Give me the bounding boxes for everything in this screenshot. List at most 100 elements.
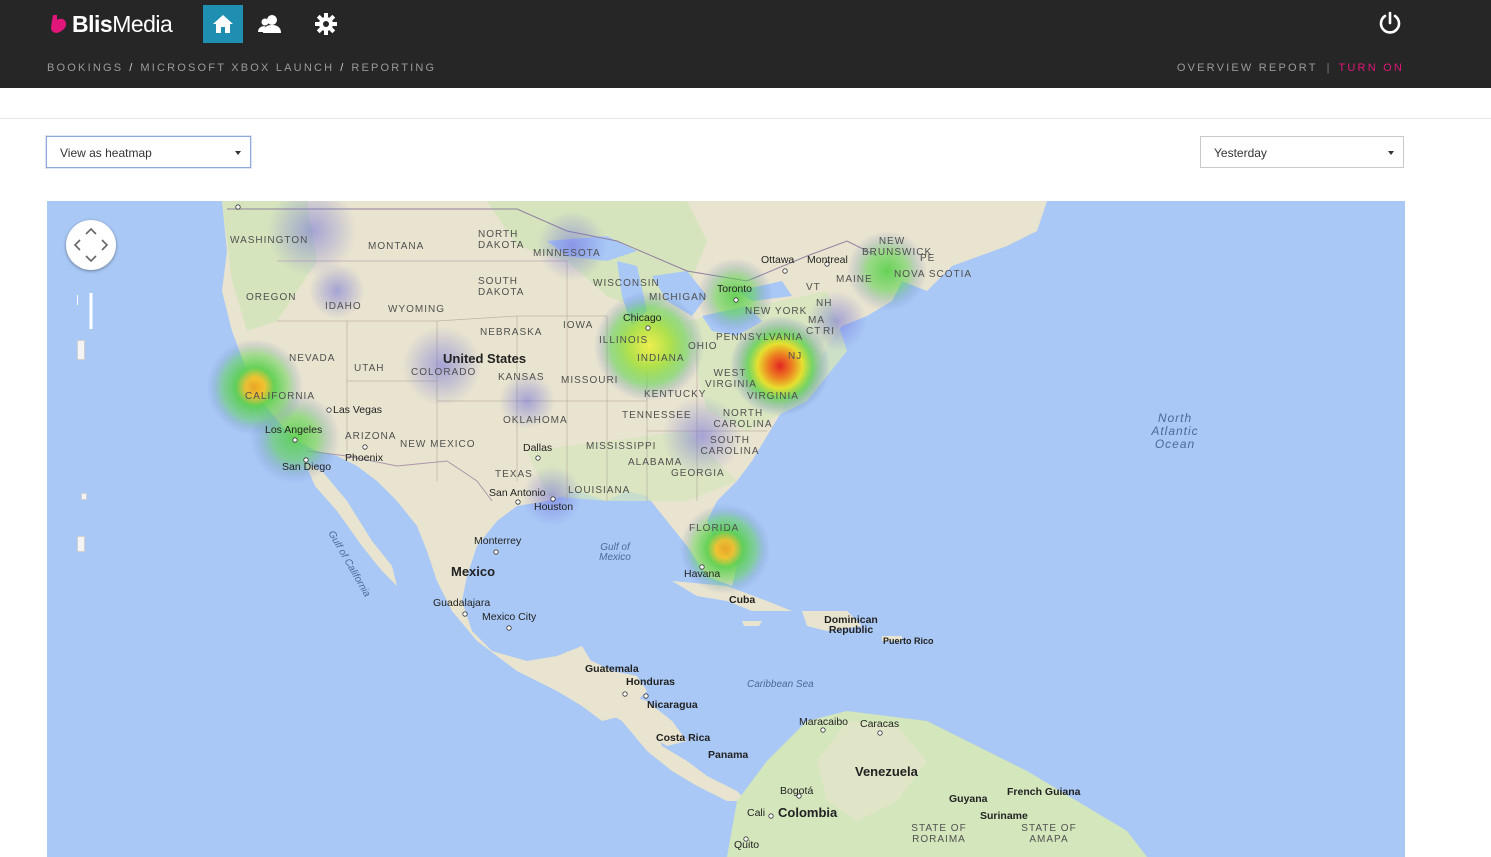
header-links: OVERVIEW REPORT | TURN ON (1177, 62, 1404, 74)
region-label: IOWA (563, 320, 594, 331)
nav-users-button[interactable] (250, 5, 290, 43)
region-label: UTAH (354, 363, 385, 374)
brand-name-bold: Blis (72, 10, 113, 37)
city-label: Caracas (860, 718, 900, 730)
caret-down-icon (1388, 151, 1394, 155)
region-label: STATE OF RORAIMA (911, 823, 967, 845)
brand-logo[interactable]: BlisMedia (50, 10, 173, 37)
city-label: Panama (708, 749, 749, 761)
power-button[interactable] (1375, 8, 1405, 38)
header-link-separator: | (1326, 62, 1330, 74)
region-label: PENNSYLVANIA (716, 332, 804, 343)
country-label: Mexico (451, 564, 496, 579)
region-label: OKLAHOMA (503, 415, 568, 426)
nav-home-button[interactable] (203, 5, 243, 43)
region-label: VIRGINIA (747, 391, 799, 402)
zoom-out-button[interactable] (77, 536, 85, 552)
region-label: NJ (788, 351, 803, 362)
top-navbar: BlisMedia BOOKINGS / MICROSOFT XBOX LAUN… (0, 0, 1491, 88)
region-label: NEW MEXICO (400, 439, 476, 450)
heatmap-map[interactable]: WASHINGTON MONTANA NORTH DAKOTA MINNESOT… (47, 201, 1405, 857)
region-label: STATE OF AMAPA (1021, 823, 1077, 845)
city-label: Puerto Rico (883, 636, 934, 646)
region-label: MINNESOTA (533, 248, 601, 259)
city-label: Mexico City (482, 611, 537, 623)
region-label: NEBRASKA (480, 327, 543, 338)
content-divider (0, 118, 1491, 119)
region-label: MISSOURI (561, 375, 619, 386)
city-label: Phoenix (345, 452, 383, 464)
city-label: Montreal (807, 254, 848, 266)
city-label: Quito (734, 839, 760, 851)
city-label: Nicaragua (647, 699, 698, 711)
brand-name-light: Media (112, 10, 173, 37)
region-label: WEST VIRGINIA (705, 368, 757, 390)
city-label: Dallas (523, 442, 553, 454)
city-label: Bogotá (780, 785, 814, 797)
region-label: NEW BRUNSWICK (862, 236, 933, 258)
region-label: MAINE (836, 274, 873, 285)
city-label: French Guiana (1007, 786, 1081, 798)
region-label: NEW YORK (745, 306, 808, 317)
city-label: Honduras (626, 676, 676, 688)
region-label: MONTANA (368, 241, 425, 252)
country-label: Venezuela (855, 764, 918, 779)
nav-settings-button[interactable] (306, 5, 346, 43)
city-label: San Antonio (489, 487, 546, 499)
city-label: Guatemala (585, 663, 639, 675)
region-label: RI (823, 326, 835, 337)
city-label: San Diego (282, 461, 332, 473)
water-label: Gulf of Mexico (599, 542, 631, 563)
region-label: PE (920, 253, 936, 264)
breadcrumb-reporting[interactable]: REPORTING (351, 62, 436, 74)
breadcrumb-campaign[interactable]: MICROSOFT XBOX LAUNCH (140, 62, 334, 74)
region-label: ARIZONA (345, 431, 397, 442)
pan-arrows-icon (73, 227, 109, 263)
region-label: CT (806, 326, 822, 337)
region-label: SOUTH CAROLINA (700, 435, 760, 457)
map-pan-control[interactable] (66, 220, 116, 270)
region-label: KENTUCKY (644, 389, 707, 400)
breadcrumb-separator: / (340, 62, 344, 74)
view-mode-value: View as heatmap (60, 146, 152, 160)
city-label: Dominican Republic (824, 614, 878, 636)
region-label: KANSAS (498, 372, 545, 383)
country-label: Colombia (778, 805, 838, 820)
city-label: Ottawa (761, 254, 795, 266)
region-label: TEXAS (495, 469, 533, 480)
region-label: CALIFORNIA (245, 391, 316, 402)
city-label: Toronto (717, 283, 753, 295)
date-range-value: Yesterday (1214, 146, 1267, 160)
city-label: Maracaibo (799, 716, 849, 728)
power-icon (1379, 11, 1401, 34)
overview-report-link[interactable]: OVERVIEW REPORT (1177, 62, 1318, 74)
region-label: TENNESSEE (622, 410, 692, 421)
region-label: OHIO (688, 341, 718, 352)
zoom-slider-track[interactable] (77, 291, 93, 333)
region-label: INDIANA (637, 353, 685, 364)
region-label: WASHINGTON (230, 235, 309, 246)
city-label: Chicago (623, 312, 662, 324)
zoom-in-button[interactable] (77, 340, 85, 360)
heart-logo-icon (51, 15, 67, 33)
region-label: OREGON (246, 292, 297, 303)
date-range-select[interactable]: Yesterday (1200, 136, 1404, 168)
city-label: Guyana (949, 793, 988, 805)
zoom-slider-handle[interactable] (81, 493, 87, 500)
city-label: Suriname (980, 810, 1028, 822)
users-icon (258, 15, 281, 33)
home-icon (213, 15, 233, 33)
city-label: Los Angeles (265, 424, 323, 436)
breadcrumb-bookings[interactable]: BOOKINGS (47, 62, 123, 74)
region-label: WYOMING (388, 304, 445, 315)
region-label: NEVADA (289, 353, 336, 364)
water-label: Caribbean Sea (747, 679, 814, 690)
city-label: Cuba (729, 594, 756, 606)
region-label: WISCONSIN (593, 278, 660, 289)
region-label: MA (808, 315, 825, 326)
region-label: FLORIDA (689, 523, 740, 534)
region-label: MISSISSIPPI (586, 441, 657, 452)
gear-icon (315, 13, 337, 35)
view-mode-select[interactable]: View as heatmap (46, 136, 251, 168)
turn-on-link[interactable]: TURN ON (1338, 62, 1404, 74)
